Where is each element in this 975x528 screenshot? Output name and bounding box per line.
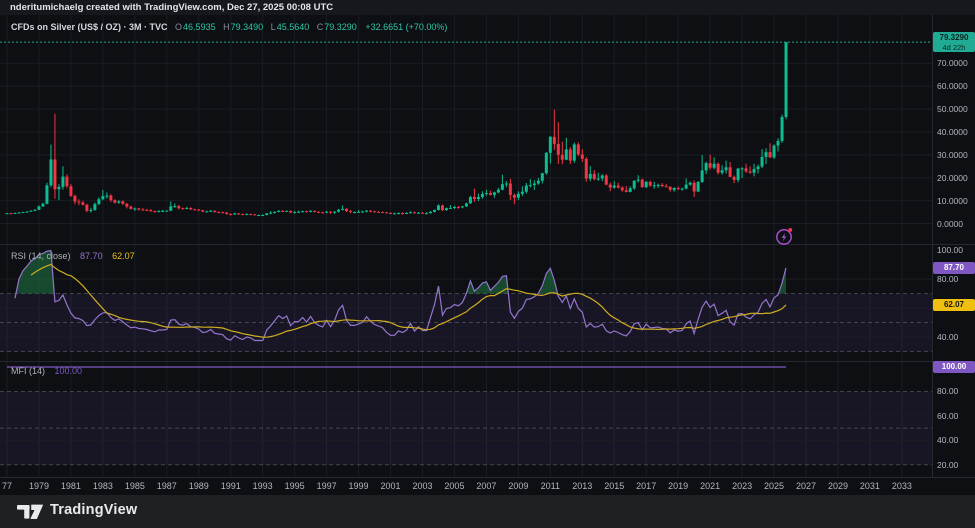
time-axis-label: 2023 [732,481,753,491]
mfi-tick-label: 20.00 [937,459,959,470]
candles-series [5,42,788,217]
price-tick-label: 70.0000 [937,58,968,69]
time-axis-label: 2017 [636,481,657,491]
time-axis-label: 2005 [444,481,465,491]
price-tick-label: 10.0000 [937,195,968,206]
low-value: 45.5640 [276,22,310,32]
time-axis-label: 2021 [700,481,721,491]
brand-name: TradingView [50,502,138,518]
price-badge-countdown: 4d 22h [942,42,966,52]
mfi-title: MFI (14) [11,366,46,376]
time-axis-label: 2031 [859,481,880,491]
time-axis-label: 1995 [284,481,305,491]
high-label: H [223,22,230,32]
mfi-value: 100.00 [54,366,83,376]
rsi-ma-value: 62.07 [112,251,135,261]
change-value: +32.6651 (+70.00%) [365,22,448,32]
close-value: 79.3290 [324,22,357,32]
time-axis-label: 2027 [795,481,817,491]
time-axis-label: 1997 [316,481,337,491]
chart-canvas[interactable] [0,0,975,495]
price-tick-label: 40.0000 [937,127,968,138]
time-axis-label: 2001 [380,481,401,491]
time-axis-label: 2013 [572,481,593,491]
rsi-value: 87.70 [80,251,103,261]
price-tick-label: 50.0000 [937,104,968,115]
mfi-legend[interactable]: MFI (14) 100.00 [11,365,82,377]
time-axis-label: 2009 [508,481,529,491]
close-label: C [316,22,324,32]
time-axis-label: 1989 [188,481,209,491]
rsi-tick-label: 40.00 [937,332,959,342]
price-tick-label: 60.0000 [937,81,968,92]
price-tick-label: 20.0000 [937,172,968,183]
tradingview-logo[interactable] [16,501,44,528]
time-axis-label: 1979 [28,481,49,491]
low-label: L [270,22,276,32]
time-axis-label: 2025 [764,481,785,491]
time-axis-label: 1999 [348,481,369,491]
high-value: 79.3490 [230,22,264,32]
rsi-tick-label: 80.00 [937,274,959,284]
rsi-value-badge: 87.70 [933,261,975,274]
streams-flash-icon[interactable] [772,224,796,248]
rsi-tick-label: 100.00 [937,245,963,255]
time-axis-label: 1981 [60,481,81,491]
time-axis-label: 1983 [92,481,113,491]
tradingview-screenshot: nderitumichaelg created with TradingView… [0,0,975,528]
price-badge-value: 79.3290 [939,33,969,43]
open-value: 46.5935 [183,22,216,32]
time-axis-label: 2029 [827,481,848,491]
price-tick-label: 0.0000 [937,218,963,229]
time-axis-label: 77 [1,481,12,491]
symbol-legend[interactable]: CFDs on Silver (US$ / OZ) · 3M · TVC O46… [11,21,447,33]
time-axis-label: 1991 [220,481,241,491]
time-axis-label: 2003 [412,481,433,491]
time-axis-label: 1987 [156,481,177,491]
rsi-legend[interactable]: RSI (14, close) 87.70 62.07 [11,250,135,262]
time-axis-label: 2011 [540,481,560,491]
time-axis-label: 2007 [476,481,497,491]
price-badge: 79.3290 4d 22h [933,32,975,53]
mfi-tick-label: 80.00 [937,386,959,397]
time-axis-label: 2015 [604,481,625,491]
rsi-title: RSI (14, close) [11,251,71,261]
time-axis-label: 2019 [668,481,689,491]
symbol-title: CFDs on Silver (US$ / OZ) · 3M · TVC [11,22,168,32]
mfi-value-badge: 100.00 [933,361,975,373]
time-axis-label: 1985 [124,481,145,491]
open-label: O [175,22,183,32]
price-tick-label: 30.0000 [937,149,968,160]
footer-bar: TradingView [0,495,975,528]
mfi-tick-label: 60.00 [937,410,959,421]
rsi-ma-value-badge: 62.07 [933,298,975,311]
time-axis-label: 2033 [891,481,912,491]
time-axis[interactable]: 77 1979 1981 1983 1985 1987 1989 1991 1993 1995 19… [0,478,975,495]
time-axis-label: 1993 [252,481,273,491]
mfi-tick-label: 40.00 [937,435,959,446]
